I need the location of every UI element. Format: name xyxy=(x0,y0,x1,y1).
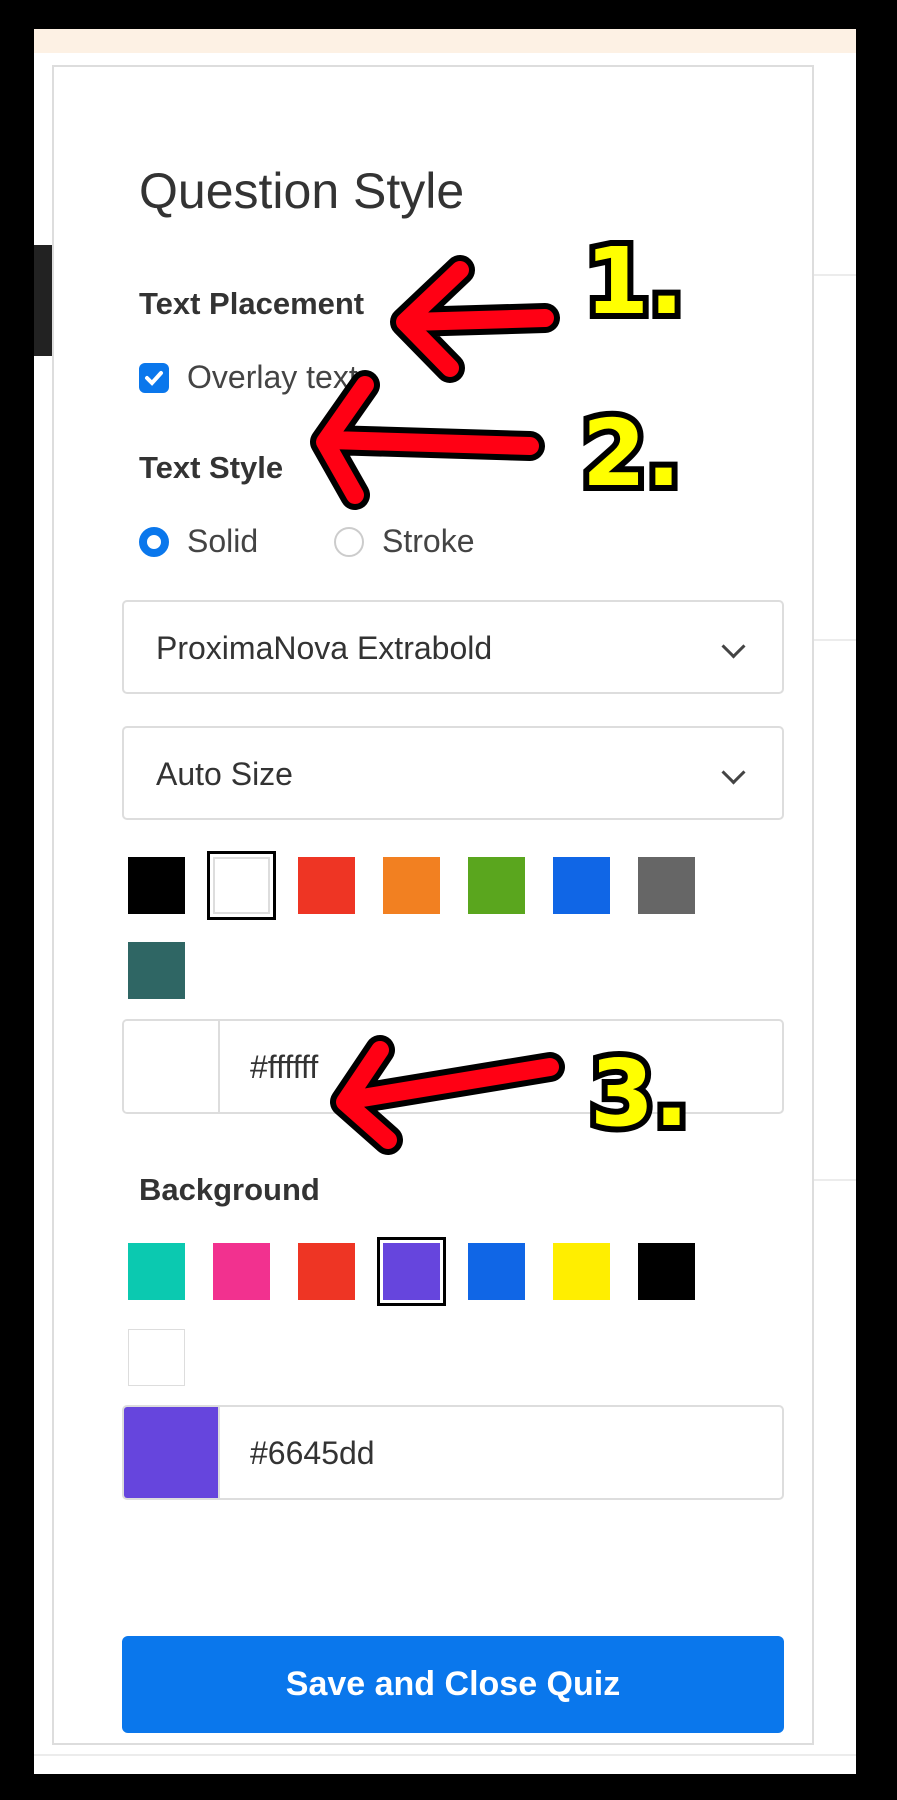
annotation-number-2: 2. xyxy=(576,394,687,513)
annotation-arrows xyxy=(310,255,565,1155)
annotation-number-1: 1. xyxy=(579,222,690,341)
annotation-number-3: 3. xyxy=(584,1034,695,1153)
arrow-1-icon xyxy=(390,255,560,383)
arrow-3-icon xyxy=(330,1035,565,1155)
arrow-2-icon xyxy=(310,370,545,510)
